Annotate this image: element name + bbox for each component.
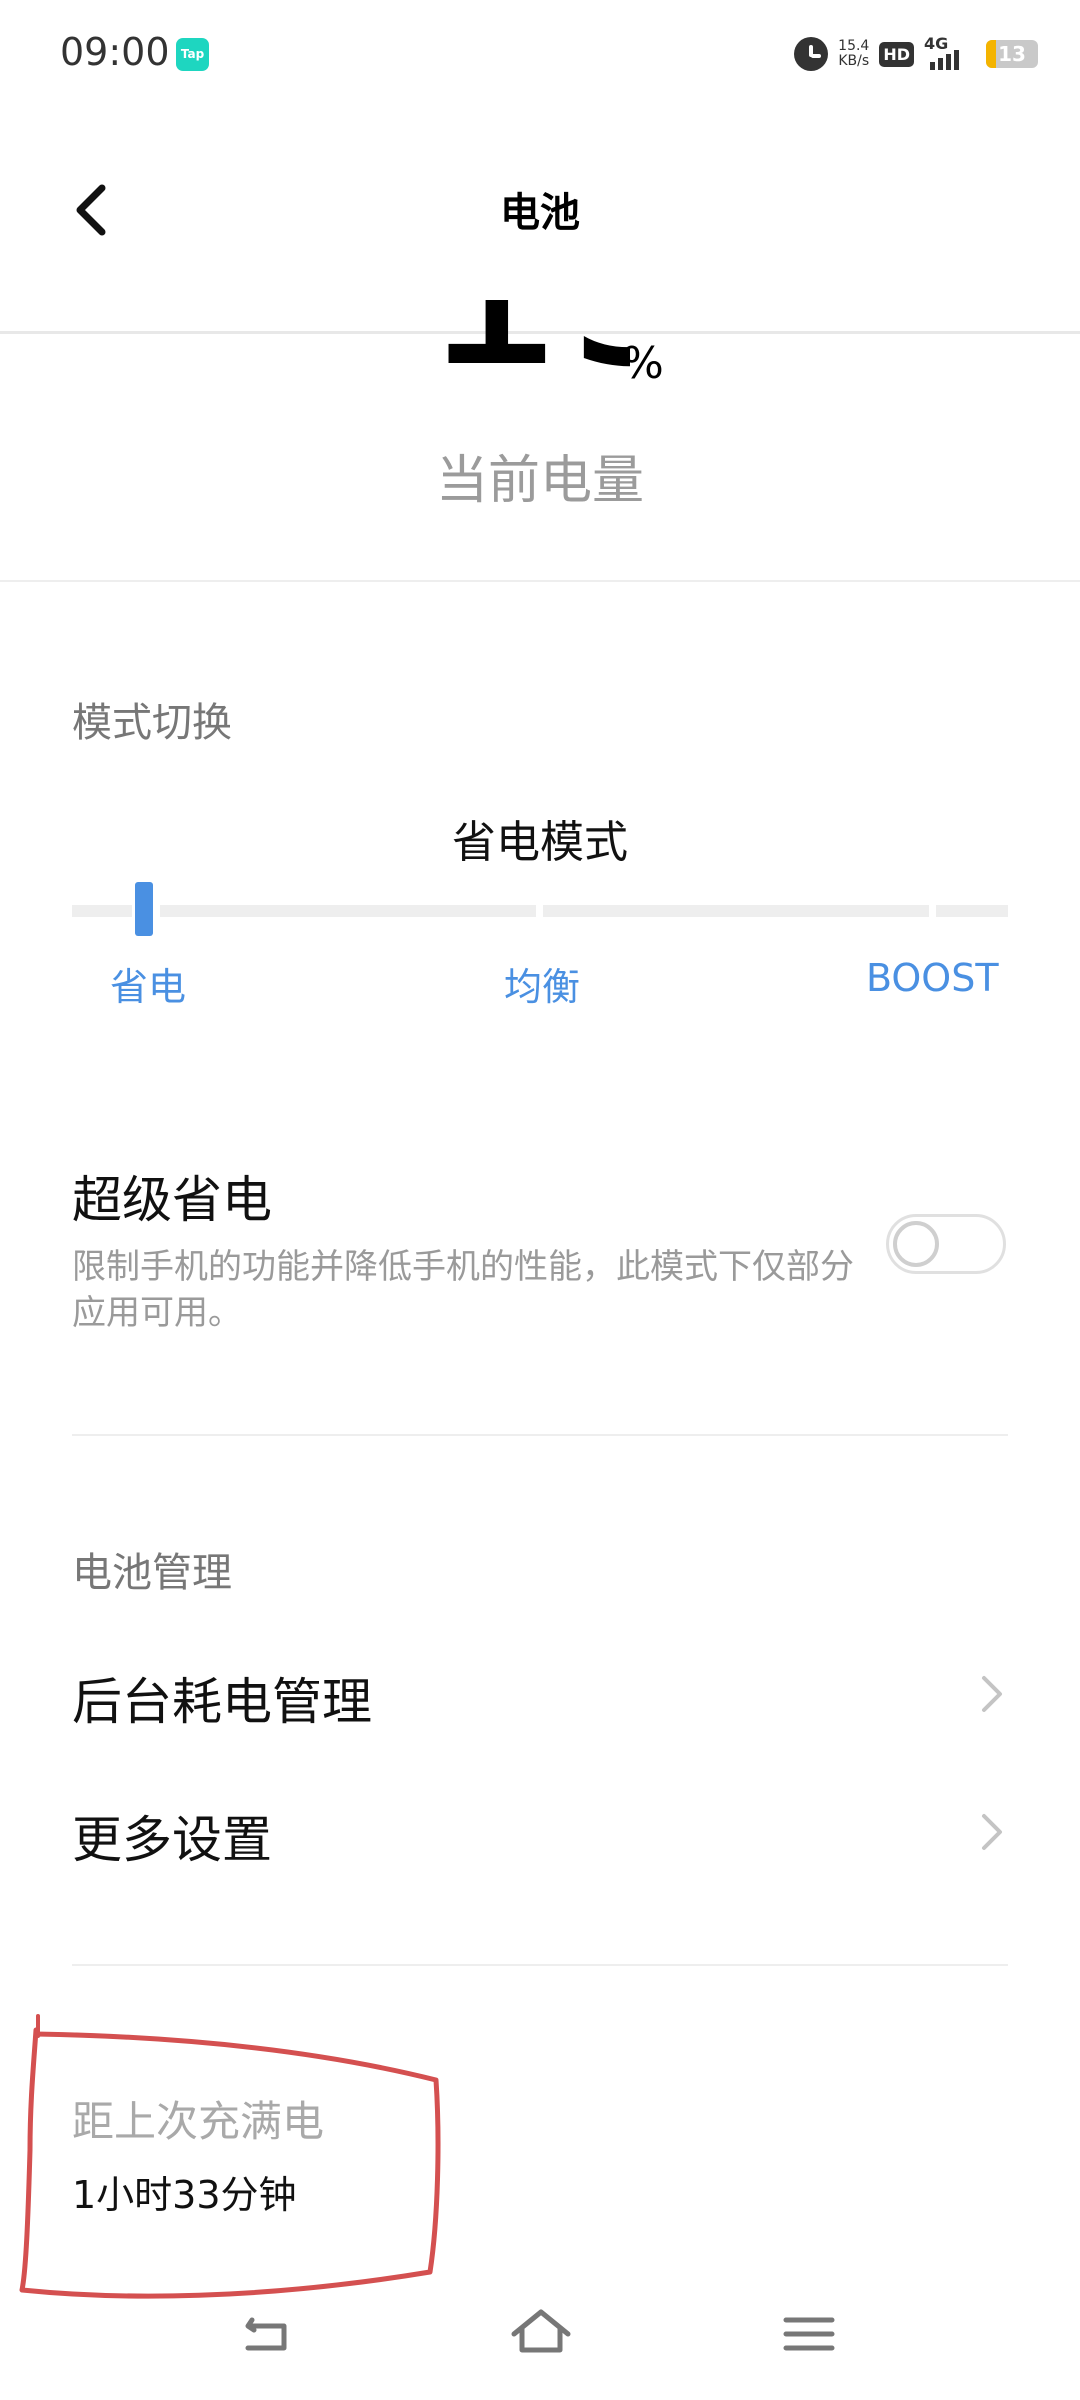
mode-option-balanced[interactable]: 均衡	[504, 956, 580, 1011]
page-title: 电池	[500, 190, 580, 236]
mode-option-power-save[interactable]: 省电	[110, 956, 186, 1011]
since-full-charge-value: 1小时33分钟	[72, 2173, 297, 2217]
alarm-icon	[794, 37, 829, 71]
battery-percent-value: 13	[420, 300, 630, 410]
mode-slider-track[interactable]	[936, 905, 1008, 917]
more-settings-row[interactable]: 更多设置	[0, 1770, 1080, 1890]
tap-app-icon: Tap	[176, 38, 209, 71]
divider	[0, 580, 1080, 582]
row-label: 后台耗电管理	[72, 1673, 372, 1731]
chevron-right-icon	[982, 1676, 1002, 1712]
nav-back-icon[interactable]	[234, 2300, 304, 2370]
current-battery-label: 当前电量	[435, 451, 644, 511]
status-time: 09:00	[60, 30, 170, 74]
divider	[72, 1964, 1008, 1966]
mode-option-boost[interactable]: BOOST	[866, 956, 999, 1000]
mode-slider-track[interactable]	[543, 905, 929, 917]
mode-slider-thumb[interactable]	[135, 882, 153, 936]
chevron-right-icon	[982, 1814, 1002, 1850]
super-save-title: 超级省电	[72, 1171, 272, 1229]
mode-slider-track[interactable]	[160, 905, 536, 917]
mode-switch-heading: 模式切换	[72, 700, 232, 746]
nav-home-icon[interactable]	[506, 2300, 576, 2370]
super-save-toggle[interactable]	[886, 1214, 1006, 1274]
current-mode: 省电模式	[452, 817, 628, 868]
toggle-knob	[893, 1221, 939, 1267]
status-icons: 15.4 KB/s HD 4G 13	[794, 34, 1038, 74]
since-full-charge-label: 距上次充满电	[72, 2097, 325, 2146]
net-speed-value: 15.4	[838, 38, 870, 54]
mode-slider-track[interactable]	[72, 905, 132, 917]
divider	[72, 1434, 1008, 1436]
row-label: 更多设置	[72, 1811, 272, 1869]
battery-management-heading: 电池管理	[72, 1550, 232, 1596]
super-save-description: 限制手机的功能并降低手机的性能，此模式下仅部分应用可用。	[72, 1247, 854, 1333]
signal-icon: 4G	[924, 36, 976, 72]
background-power-management-row[interactable]: 后台耗电管理	[0, 1632, 1080, 1752]
percent-sign: %	[622, 338, 664, 389]
battery-level: 13	[998, 42, 1026, 66]
nav-menu-icon[interactable]	[774, 2300, 844, 2370]
net-speed: 15.4 KB/s	[838, 39, 869, 69]
net-speed-unit: KB/s	[838, 53, 870, 69]
hd-icon: HD	[879, 41, 914, 67]
battery-icon: 13	[986, 40, 1038, 68]
